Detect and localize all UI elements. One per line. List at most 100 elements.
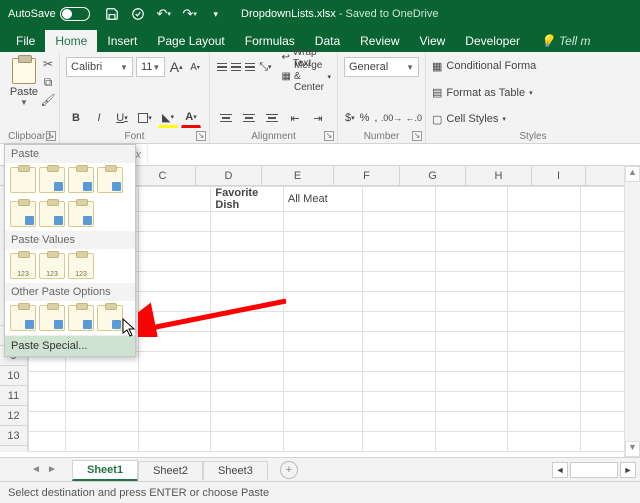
scroll-up-icon[interactable]: ▲ — [625, 166, 640, 182]
alignment-dialog-launcher[interactable]: ↘ — [324, 131, 334, 141]
decrease-indent-button[interactable]: ⇤ — [285, 108, 305, 128]
format-as-table-button[interactable]: ▤Format as Table▾ — [432, 83, 634, 103]
format-painter-button[interactable]: 🖌 — [39, 92, 57, 108]
tab-review[interactable]: Review — [350, 30, 409, 52]
borders-button[interactable]: ▾ — [135, 108, 155, 128]
col-hdr-H[interactable]: H — [466, 166, 532, 185]
font-name-combo[interactable]: Calibri▼ — [66, 57, 133, 77]
paste-special-menuitem[interactable]: Paste Special... — [5, 335, 135, 356]
paste-formatting-icon[interactable] — [10, 305, 36, 331]
tab-page-layout[interactable]: Page Layout — [147, 30, 234, 52]
align-middle-button[interactable] — [230, 57, 241, 77]
paste-no-borders-icon[interactable] — [10, 201, 36, 227]
qat-customize-icon[interactable]: ▾ — [208, 6, 224, 22]
cell-E1[interactable]: All Meat — [283, 187, 362, 212]
row-hdr-13[interactable]: 13 — [0, 426, 27, 446]
percent-button[interactable]: % — [359, 108, 371, 128]
paste-link-icon[interactable] — [39, 305, 65, 331]
align-top-button[interactable] — [216, 57, 227, 77]
sheet-tab-2[interactable]: Sheet2 — [138, 461, 203, 480]
paste-button[interactable]: Paste ▼ — [6, 56, 42, 110]
paste-values-source-icon[interactable] — [68, 253, 94, 279]
tab-developer[interactable]: Developer — [455, 30, 530, 52]
increase-decimal-button[interactable]: .00→ — [381, 108, 401, 128]
row-hdr-12[interactable]: 12 — [0, 406, 27, 426]
tab-view[interactable]: View — [410, 30, 456, 52]
wrap-icon: ↩ — [282, 52, 290, 63]
cell-styles-button[interactable]: ▢Cell Styles▾ — [432, 109, 634, 129]
paste-formulas-number-icon[interactable] — [68, 167, 94, 193]
number-format-combo[interactable]: General▼ — [344, 57, 419, 77]
autosave-toggle[interactable]: AutoSave — [8, 7, 90, 21]
scroll-left-icon[interactable]: ◄ — [552, 462, 568, 478]
col-hdr-E[interactable]: E — [262, 166, 334, 185]
autosave-switch-icon[interactable] — [60, 7, 90, 21]
paste-linked-picture-icon[interactable] — [97, 305, 123, 331]
chevron-down-icon: ▼ — [120, 63, 128, 72]
scroll-right-icon[interactable]: ► — [620, 462, 636, 478]
decrease-decimal-button[interactable]: ←.0 — [404, 108, 423, 128]
decrease-font-button[interactable]: A▾ — [187, 57, 203, 77]
sheet-nav-prev[interactable]: ◄ — [28, 464, 44, 475]
comma-button[interactable]: , — [373, 108, 378, 128]
col-hdr-I[interactable]: I — [532, 166, 586, 185]
row-hdr-10[interactable]: 10 — [0, 366, 27, 386]
account-sync-icon[interactable] — [130, 6, 146, 22]
clipboard-dialog-launcher[interactable]: ↘ — [46, 131, 56, 141]
horizontal-scrollbar[interactable]: ◄ ► — [552, 462, 640, 478]
sheet-tab-1[interactable]: Sheet1 — [72, 460, 138, 481]
italic-button[interactable]: I — [89, 108, 109, 128]
conditional-formatting-button[interactable]: ▦Conditional Forma — [432, 56, 634, 76]
copy-button[interactable]: ⧉ — [39, 74, 57, 90]
fill-color-button[interactable]: ◣▾ — [158, 108, 178, 128]
hscroll-track[interactable] — [570, 462, 618, 478]
bold-button[interactable]: B — [66, 108, 86, 128]
chevron-down-icon[interactable]: ▼ — [20, 98, 28, 107]
font-size-combo[interactable]: 11▼ — [136, 57, 165, 77]
font-dialog-launcher[interactable]: ↘ — [196, 131, 206, 141]
col-hdr-D[interactable]: D — [196, 166, 262, 185]
sheet-nav-next[interactable]: ► — [44, 464, 60, 475]
paste-keep-widths-icon[interactable] — [39, 201, 65, 227]
tell-me[interactable]: 💡Tell m — [530, 30, 601, 52]
save-icon[interactable] — [104, 6, 120, 22]
accounting-format-button[interactable]: $▾ — [344, 108, 356, 128]
row-hdr-11[interactable]: 11 — [0, 386, 27, 406]
scroll-down-icon[interactable]: ▼ — [625, 441, 640, 457]
sheet-tab-3[interactable]: Sheet3 — [203, 461, 268, 480]
tab-insert[interactable]: Insert — [97, 30, 147, 52]
formula-input[interactable] — [148, 144, 640, 165]
font-color-button[interactable]: A▾ — [181, 108, 201, 128]
increase-font-button[interactable]: A▴ — [168, 57, 184, 77]
cut-button[interactable]: ✂ — [39, 56, 57, 72]
align-bottom-button[interactable] — [244, 57, 255, 77]
number-dialog-launcher[interactable]: ↘ — [412, 131, 422, 141]
paste-formulas-icon[interactable] — [39, 167, 65, 193]
increase-indent-button[interactable]: ⇥ — [308, 108, 328, 128]
paste-values-icon[interactable] — [10, 253, 36, 279]
col-hdr-F[interactable]: F — [334, 166, 400, 185]
align-left-button[interactable] — [216, 108, 236, 128]
paste-values-number-icon[interactable] — [39, 253, 65, 279]
col-hdr-G[interactable]: G — [400, 166, 466, 185]
underline-button[interactable]: U▾ — [112, 108, 132, 128]
col-hdr-C[interactable]: C — [130, 166, 196, 185]
title-bar: AutoSave ↶▾ ↷▾ ▾ DropdownLists.xlsx - Sa… — [0, 0, 640, 28]
vertical-scrollbar[interactable]: ▲ ▼ — [624, 166, 640, 457]
undo-icon[interactable]: ↶▾ — [156, 6, 172, 22]
paste-picture-icon[interactable] — [68, 305, 94, 331]
paste-source-formatting-icon[interactable] — [97, 167, 123, 193]
scroll-track[interactable] — [625, 182, 640, 441]
cell-D1[interactable]: Favorite Dish — [211, 187, 284, 212]
tab-file[interactable]: File — [6, 30, 45, 52]
redo-icon[interactable]: ↷▾ — [182, 6, 198, 22]
merge-center-button[interactable]: ▦Merge & Center▾ — [282, 68, 332, 86]
paste-options-menu: Paste Paste Values Other Paste Options P… — [4, 144, 136, 357]
add-sheet-button[interactable]: + — [280, 461, 298, 479]
orientation-button[interactable]: ⤡▾ — [258, 57, 272, 77]
tab-home[interactable]: Home — [45, 30, 97, 52]
align-right-button[interactable] — [262, 108, 282, 128]
paste-normal-icon[interactable] — [10, 167, 36, 193]
align-center-button[interactable] — [239, 108, 259, 128]
paste-transpose-icon[interactable] — [68, 201, 94, 227]
